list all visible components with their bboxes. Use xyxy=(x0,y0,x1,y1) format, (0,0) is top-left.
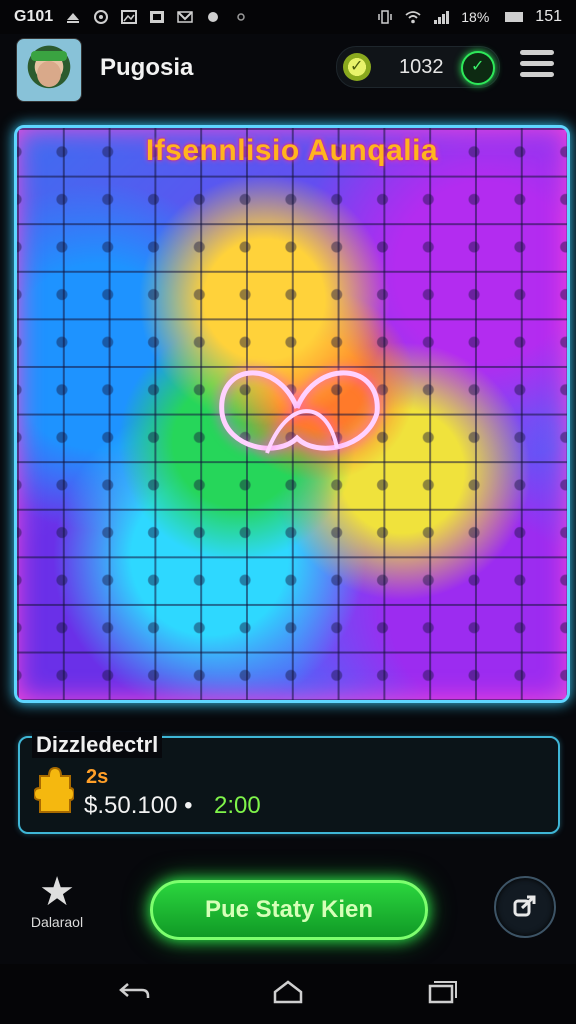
play-button[interactable]: Pue Staty Kien xyxy=(150,880,428,940)
home-icon[interactable] xyxy=(272,980,304,1004)
back-icon[interactable] xyxy=(118,980,152,1004)
wifi-icon xyxy=(405,11,421,24)
avatar-face xyxy=(37,61,61,87)
piece-count: 2s xyxy=(86,766,109,788)
system-nav-bar xyxy=(0,964,576,1024)
status-bar: G101 18% 151 xyxy=(0,0,576,34)
neon-heart-icon xyxy=(219,370,380,454)
vibrate-icon xyxy=(378,10,393,24)
puzzle-title: Ifsennlisio Aunqalia xyxy=(145,134,439,167)
status-time-left: G101 xyxy=(14,8,54,25)
dot-notification-icon xyxy=(237,13,245,21)
price-value: $.50.100 • xyxy=(84,792,193,819)
sync-notification-icon xyxy=(208,12,219,22)
coin-value: 1032 xyxy=(399,56,444,78)
battery-percent: 18% xyxy=(461,9,490,25)
page-title: Pugosia xyxy=(100,54,194,81)
share-button[interactable] xyxy=(494,876,556,938)
mail-notification-icon xyxy=(177,11,193,23)
battery-icon xyxy=(505,12,524,22)
time-value: 2:00 xyxy=(214,792,261,819)
app-header: Pugosia 1032 xyxy=(0,34,576,104)
status-time-right: 151 xyxy=(535,8,562,25)
favorite-button[interactable]: ★ Dalaraol xyxy=(22,870,92,930)
signal-icon xyxy=(434,11,450,24)
star-icon: ★ xyxy=(39,870,75,914)
gallery-notification-icon xyxy=(150,11,165,23)
notification-icon xyxy=(67,13,80,23)
menu-icon[interactable] xyxy=(520,50,554,80)
image-notification-icon xyxy=(121,10,138,24)
avatar-headband xyxy=(31,51,67,61)
separator-dot: • xyxy=(184,792,193,819)
coin-balance[interactable]: 1032 xyxy=(336,46,500,88)
share-icon xyxy=(513,895,536,917)
favorite-label: Dalaraol xyxy=(30,914,84,930)
add-coins-button[interactable] xyxy=(461,51,495,85)
puzzle-info-card[interactable]: Dizzledectrl 2s $.50.100 • 2:00 xyxy=(18,732,560,834)
avatar[interactable] xyxy=(16,38,82,102)
puzzle-board[interactable]: Ifsennlisio Aunqalia xyxy=(14,125,570,703)
coin-icon xyxy=(343,53,371,81)
card-title: Dizzledectrl xyxy=(32,732,163,758)
recents-icon[interactable] xyxy=(426,980,458,1004)
settings-notification-icon xyxy=(94,10,109,24)
puzzle-piece-icon xyxy=(34,766,74,813)
